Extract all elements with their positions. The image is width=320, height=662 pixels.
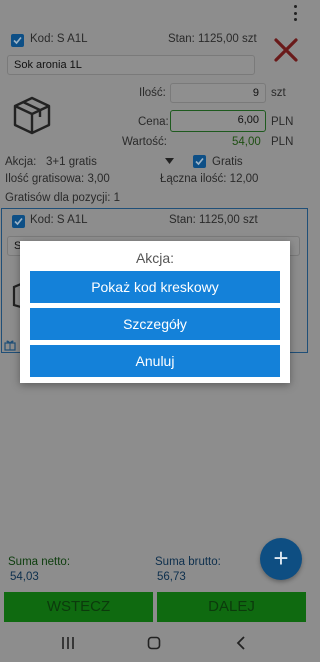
item2-stock: Stan: 1125,00 szt xyxy=(169,214,258,226)
item1-stock: Stan: 1125,00 szt xyxy=(168,33,257,45)
gratis-checkbox[interactable] xyxy=(193,155,206,168)
value-amount: 54,00 xyxy=(232,136,261,148)
item1-code: Kod: S A1L xyxy=(30,33,88,45)
value-label: Wartość: xyxy=(122,136,167,148)
item1-checkbox[interactable] xyxy=(11,34,24,47)
cancel-button[interactable]: Anuluj xyxy=(30,345,280,377)
quantity-unit: szt xyxy=(271,87,286,99)
total-quantity: Łączna ilość: 12,00 xyxy=(160,173,259,185)
action-dialog: Akcja: Pokaż kod kreskowy Szczegóły Anul… xyxy=(20,241,290,383)
recent-apps-icon[interactable] xyxy=(61,636,75,650)
quantity-field[interactable]: 9 xyxy=(170,83,266,103)
remove-item-icon[interactable] xyxy=(274,38,298,62)
action-select[interactable]: 3+1 gratis xyxy=(46,156,97,168)
price-unit: PLN xyxy=(271,116,294,128)
top-bar xyxy=(0,0,310,26)
back-nav-icon[interactable] xyxy=(234,636,248,650)
back-button[interactable]: WSTECZ xyxy=(4,592,153,622)
package-icon xyxy=(13,96,51,135)
action-label: Akcja: xyxy=(5,156,37,168)
system-navigation-bar xyxy=(0,622,310,662)
show-barcode-button[interactable]: Pokaż kod kreskowy xyxy=(30,271,280,303)
price-label: Cena: xyxy=(138,116,169,128)
add-item-button[interactable]: + xyxy=(260,538,302,580)
quantity-label: Ilość: xyxy=(139,87,166,99)
price-field[interactable]: 6,00 xyxy=(170,110,266,132)
net-total-value: 54,03 xyxy=(10,571,39,583)
details-button[interactable]: Szczegóły xyxy=(30,308,280,340)
gift-icon xyxy=(4,340,16,351)
gross-total-label: Suma brutto: xyxy=(155,556,221,568)
free-quantity: Ilość gratisowa: 3,00 xyxy=(5,173,110,185)
gross-total-value: 56,73 xyxy=(157,571,186,583)
item2-code: Kod: S A1L xyxy=(30,214,88,226)
item2-checkbox[interactable] xyxy=(12,215,25,228)
home-icon[interactable] xyxy=(147,636,161,650)
next-button[interactable]: DALEJ xyxy=(157,592,306,622)
free-per-position: Gratisów dla pozycji: 1 xyxy=(5,192,121,204)
value-unit: PLN xyxy=(271,136,294,148)
dropdown-arrow-icon[interactable] xyxy=(165,158,174,164)
gratis-label: Gratis xyxy=(212,156,243,168)
dialog-title: Akcja: xyxy=(135,250,175,266)
kebab-menu-icon[interactable] xyxy=(292,5,298,21)
item1-name-field[interactable]: Sok aronia 1L xyxy=(7,55,255,75)
net-total-label: Suma netto: xyxy=(8,556,71,568)
